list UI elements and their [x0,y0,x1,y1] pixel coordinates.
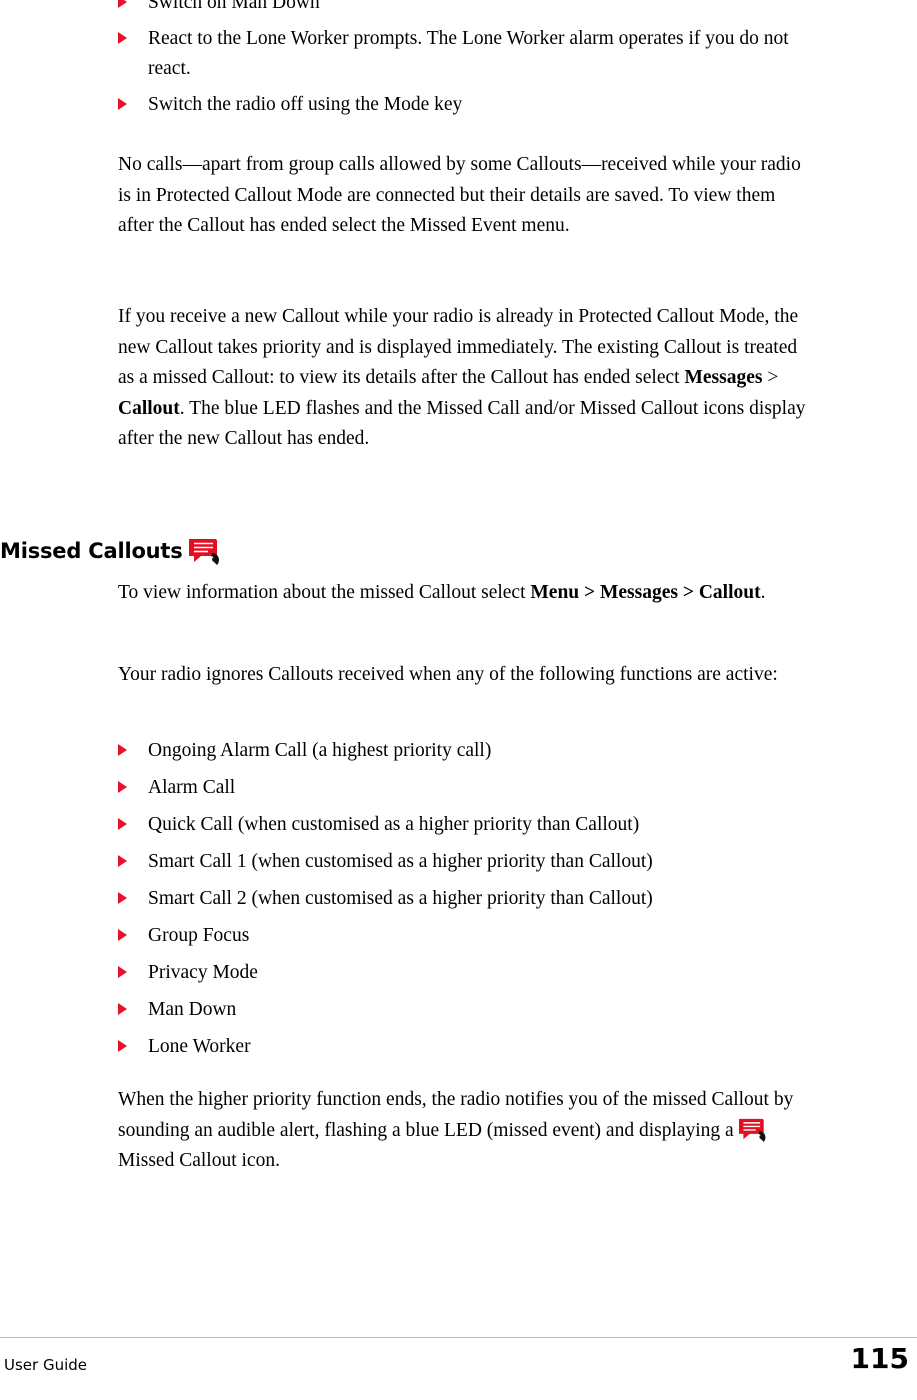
list-item: Quick Call (when customised as a higher … [118,810,818,840]
page-number: 115 [850,1342,909,1375]
list-item-text: React to the Lone Worker prompts. The Lo… [148,28,789,79]
paragraph-view-missed-callout-wrapper: To view information about the missed Cal… [118,578,798,609]
paragraph-view-missed-callout: To view information about the missed Cal… [118,578,798,609]
list-item: Smart Call 2 (when customised as a highe… [118,884,818,914]
list-item-text: Man Down [148,999,237,1020]
bullet-triangle-icon [118,744,127,756]
ignore-bullet-list-wrapper: Ongoing Alarm Call (a highest priority c… [118,736,818,1069]
list-item: Alarm Call [118,773,818,803]
list-item: Smart Call 1 (when customised as a highe… [118,847,818,877]
bullet-triangle-icon [118,98,127,110]
paragraph-new-callout-part2: > [762,367,779,388]
page-title: Missed Callouts [0,537,800,565]
paragraph-new-callout: If you receive a new Callout while your … [118,302,808,455]
document-page: Switch on Man Down React to the Lone Wor… [0,0,917,1400]
missed-callout-icon-inline [737,1117,769,1142]
paragraph-new-callout-wrapper: If you receive a new Callout while your … [118,302,808,455]
paragraph-higher-priority-part2: Missed Callout icon. [118,1150,280,1171]
paragraph-higher-priority-part1: When the higher priority function ends, … [118,1089,794,1141]
section-heading-text: Missed Callouts [0,539,183,563]
paragraph-higher-priority-ends-wrapper: When the higher priority function ends, … [118,1085,810,1177]
paragraph-higher-priority-ends: When the higher priority function ends, … [118,1085,810,1177]
list-item-text: Alarm Call [148,777,236,798]
list-item: Lone Worker [118,1032,818,1062]
top-bullet-list-wrapper: Switch on Man Down React to the Lone Wor… [118,0,808,120]
list-item: Man Down [118,995,818,1025]
footer-divider [0,1337,917,1338]
bullet-triangle-icon [118,892,127,904]
section-heading-wrapper: Missed Callouts [0,537,800,565]
paragraph-view-missed-callout-part2: . [760,582,766,603]
list-item-text: Switch on Man Down [148,0,320,13]
list-item: Group Focus [118,921,818,951]
footer-label: User Guide [4,1356,88,1374]
list-item: Switch on Man Down [118,0,808,18]
missed-callout-icon [188,537,223,565]
ignore-bullet-list: Ongoing Alarm Call (a highest priority c… [118,736,818,1062]
list-item-text: Ongoing Alarm Call (a highest priority c… [148,740,492,761]
list-item: React to the Lone Worker prompts. The Lo… [118,24,808,84]
bullet-triangle-icon [118,32,127,44]
bullet-triangle-icon [118,1003,127,1015]
list-item-text: Smart Call 1 (when customised as a highe… [148,851,653,872]
list-item-text: Quick Call (when customised as a higher … [148,814,640,835]
list-item: Ongoing Alarm Call (a highest priority c… [118,736,818,766]
list-item-text: Lone Worker [148,1036,251,1057]
list-item-text: Smart Call 2 (when customised as a highe… [148,888,653,909]
bullet-triangle-icon [118,781,127,793]
bullet-triangle-icon [118,818,127,830]
paragraph-new-callout-part3: . The blue LED flashes and the Missed Ca… [118,397,806,450]
paragraph-view-missed-callout-bold1: Menu > Messages > Callout [530,582,761,603]
paragraph-ignores-callouts-wrapper: Your radio ignores Callouts received whe… [118,660,808,691]
list-item: Switch the radio off using the Mode key [118,90,808,120]
list-item: Privacy Mode [118,958,818,988]
bullet-triangle-icon [118,1040,127,1052]
bullet-triangle-icon [118,929,127,941]
paragraph-protected-callout-mode-wrapper: No calls—apart from group calls allowed … [118,150,804,242]
bullet-triangle-icon [118,966,127,978]
paragraph-view-missed-callout-part1: To view information about the missed Cal… [118,582,531,603]
paragraph-ignores-callouts: Your radio ignores Callouts received whe… [118,664,778,685]
paragraph-protected-callout-mode: No calls—apart from group calls allowed … [118,154,801,236]
list-item-text: Privacy Mode [148,962,258,983]
paragraph-new-callout-bold2: Callout [118,397,180,419]
bullet-triangle-icon [118,0,127,8]
top-bullet-list: Switch on Man Down React to the Lone Wor… [118,0,808,120]
paragraph-new-callout-bold1: Messages [684,367,763,388]
list-item-text: Group Focus [148,925,250,946]
bullet-triangle-icon [118,855,127,867]
list-item-text: Switch the radio off using the Mode key [148,94,463,115]
